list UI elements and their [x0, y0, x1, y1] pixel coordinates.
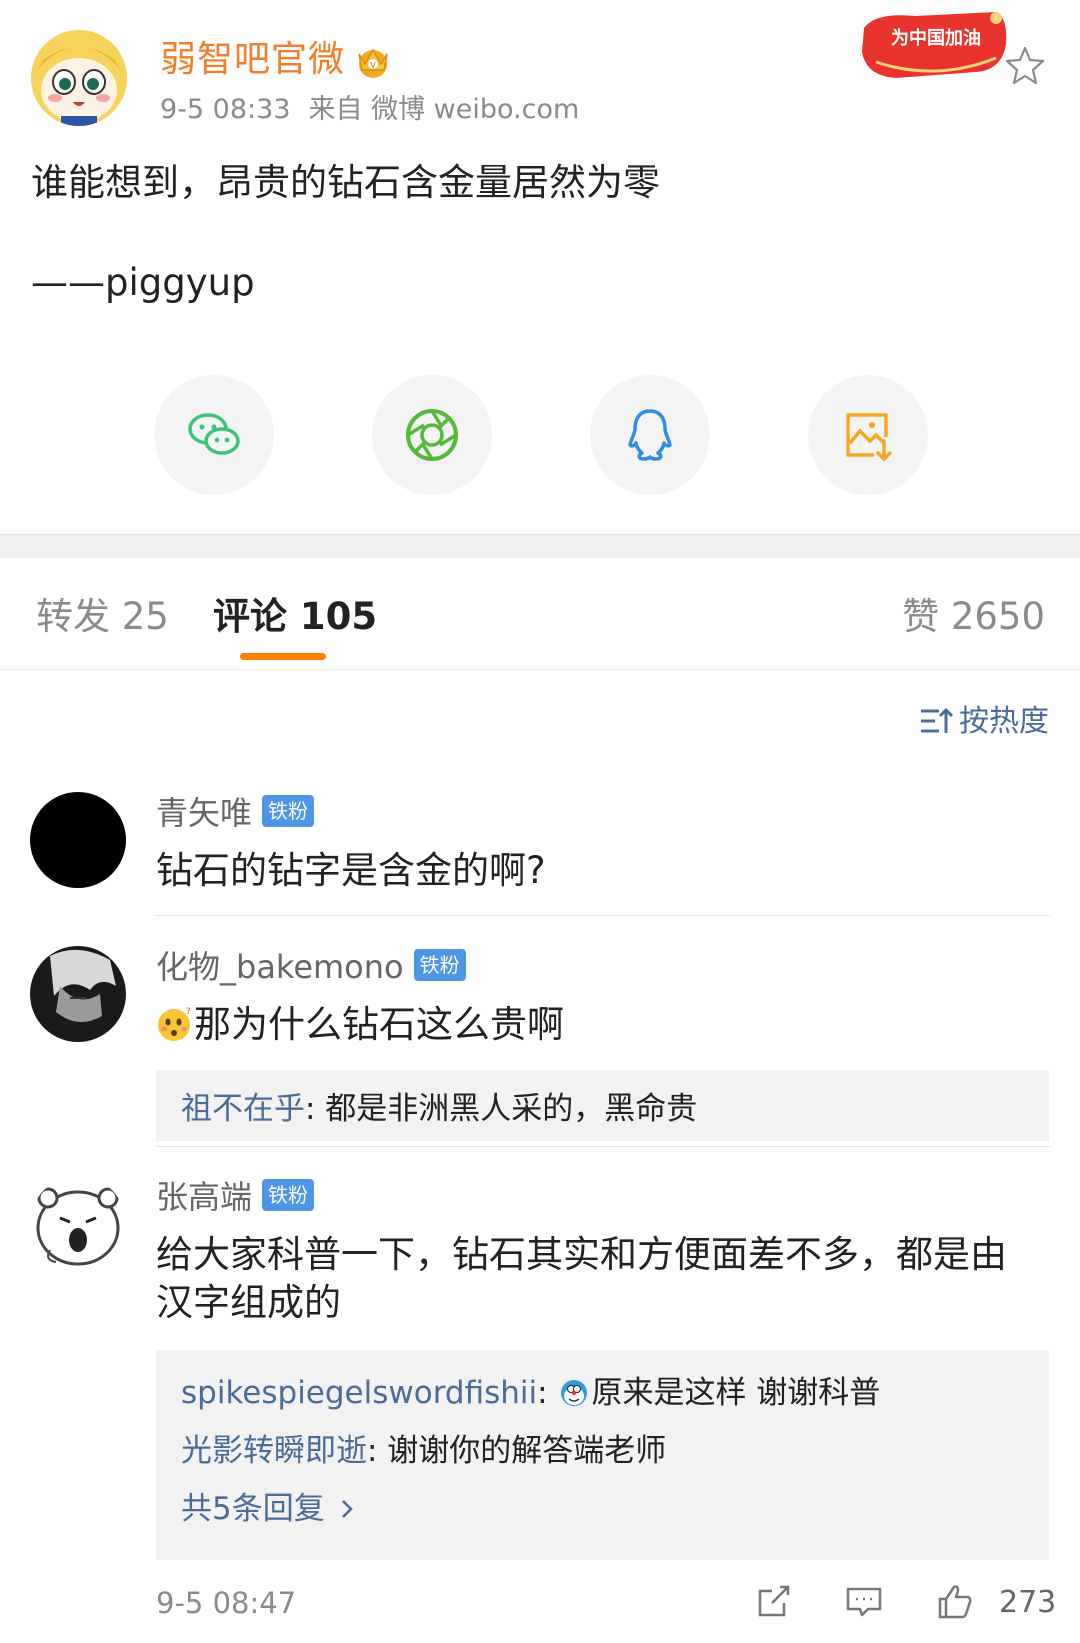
comment-text-line: 汉字组成的	[156, 1281, 341, 1324]
reply-separator: :	[537, 1375, 558, 1411]
wechat-icon	[188, 413, 240, 455]
share-moments-button[interactable]	[372, 375, 492, 495]
post-meta: 9-5 08:33 来自 微博 weibo.com	[160, 92, 597, 128]
reply-text: : 都是非洲黑人采的，黑命贵	[305, 1091, 698, 1127]
reply-box[interactable]: spikespiegelswordfishii: 原来是这样 谢谢科普 光影转瞬…	[156, 1350, 1049, 1560]
tab-comment[interactable]: 评论 105	[213, 594, 377, 640]
commenter-name[interactable]: 张高端 铁粉	[156, 1176, 315, 1218]
share-icon[interactable]	[754, 1581, 794, 1621]
tab-like[interactable]: 赞 2650	[902, 594, 1045, 640]
comment-time: 9-5 08:47	[156, 1586, 297, 1620]
reply-text: 原来是这样 谢谢科普	[591, 1375, 881, 1411]
active-tab-indicator	[240, 653, 326, 660]
reply-line[interactable]: 祖不在乎: 都是非洲黑人采的，黑命贵	[181, 1088, 697, 1130]
author-avatar[interactable]	[31, 30, 127, 126]
like-thumb-icon[interactable]	[934, 1581, 974, 1621]
fan-badge: 铁粉	[413, 949, 466, 981]
reply-box[interactable]: 祖不在乎: 都是非洲黑人采的，黑命贵	[156, 1070, 1049, 1141]
commenter-name[interactable]: 化物_bakemono 铁粉	[156, 946, 466, 988]
sort-label: 按热度	[959, 704, 1049, 739]
comment-footer: 9-5 08:47 273	[156, 1581, 1056, 1629]
like-count: 273	[999, 1585, 1057, 1620]
sort-by-hot-button[interactable]: 按热度	[919, 702, 1049, 742]
section-divider	[0, 534, 1080, 558]
commenter-name[interactable]: 青矢唯 铁粉	[156, 792, 315, 834]
more-replies-link[interactable]: 共5条回复	[181, 1488, 361, 1530]
reply-line[interactable]: 光影转瞬即逝: 谢谢你的解答端老师	[181, 1430, 666, 1472]
post-source: 来自 微博 weibo.com	[308, 94, 580, 125]
commenter-name-text: 张高端	[156, 1178, 253, 1216]
favorite-star-icon[interactable]	[1003, 44, 1047, 88]
save-image-icon	[846, 413, 892, 462]
reply-username[interactable]: 光影转瞬即逝	[181, 1433, 367, 1469]
fan-badge: 铁粉	[262, 1179, 315, 1211]
chevron-right-icon	[341, 1500, 353, 1518]
comment-text-line: 给大家科普一下，钻石其实和方便面差不多，都是由	[156, 1233, 1007, 1276]
badge-text: 为中国加油	[891, 27, 981, 49]
reply-line[interactable]: spikespiegelswordfishii: 原来是这样 谢谢科普	[181, 1372, 880, 1414]
comment-text-body: 那为什么钻石这么贵啊	[194, 1003, 564, 1046]
doraemon-emoji-icon	[561, 1380, 588, 1406]
commenter-avatar[interactable]	[30, 946, 126, 1042]
comment-separator	[156, 915, 1050, 916]
post-signature: ——piggyup	[31, 261, 255, 304]
china-campaign-badge[interactable]: 为中国加油	[856, 8, 1012, 82]
comment-separator	[156, 1146, 1050, 1147]
comment-text: 给大家科普一下，钻石其实和方便面差不多，都是由 汉字组成的	[156, 1231, 1046, 1327]
weibo-post: 弱智吧官微 V 9-5 08:33 来自 微博 weibo.com 为中国加油 谁…	[0, 0, 1080, 534]
tab-repost[interactable]: 转发 25	[36, 594, 169, 640]
svg-text:?: ?	[186, 1007, 191, 1017]
comment-text: ? 那为什么钻石这么贵啊	[156, 1001, 1046, 1049]
thinking-face-icon: ?	[158, 1007, 191, 1041]
reply-text: : 谢谢你的解答端老师	[367, 1433, 667, 1469]
author-name[interactable]: 弱智吧官微	[160, 38, 345, 82]
share-wechat-button[interactable]	[154, 375, 274, 495]
qq-icon	[628, 409, 672, 461]
more-replies-label: 共5条回复	[181, 1491, 325, 1527]
post-time: 9-5 08:33	[160, 94, 291, 125]
svg-text:V: V	[370, 61, 376, 70]
commenter-avatar[interactable]	[30, 792, 126, 888]
vip-crown-icon: V	[358, 48, 388, 78]
comment-text: 钻石的钻字是含金的啊?	[156, 849, 546, 892]
reply-username[interactable]: 祖不在乎	[181, 1091, 305, 1127]
share-row	[0, 375, 1080, 495]
commenter-name-text: 化物_bakemono	[156, 948, 404, 986]
reply-username[interactable]: spikespiegelswordfishii	[181, 1375, 537, 1411]
fan-badge: 铁粉	[262, 795, 315, 827]
commenter-avatar[interactable]	[30, 1176, 126, 1272]
interaction-tabs: 转发 25 评论 105 赞 2650	[0, 558, 1080, 670]
moments-icon	[406, 409, 458, 461]
commenter-name-text: 青矢唯	[156, 794, 253, 832]
save-image-button[interactable]	[808, 375, 928, 495]
post-text: 谁能想到，昂贵的钻石含金量居然为零	[31, 161, 660, 204]
reply-comment-icon[interactable]	[844, 1581, 884, 1621]
sort-icon	[921, 707, 954, 733]
share-qq-button[interactable]	[590, 375, 710, 495]
